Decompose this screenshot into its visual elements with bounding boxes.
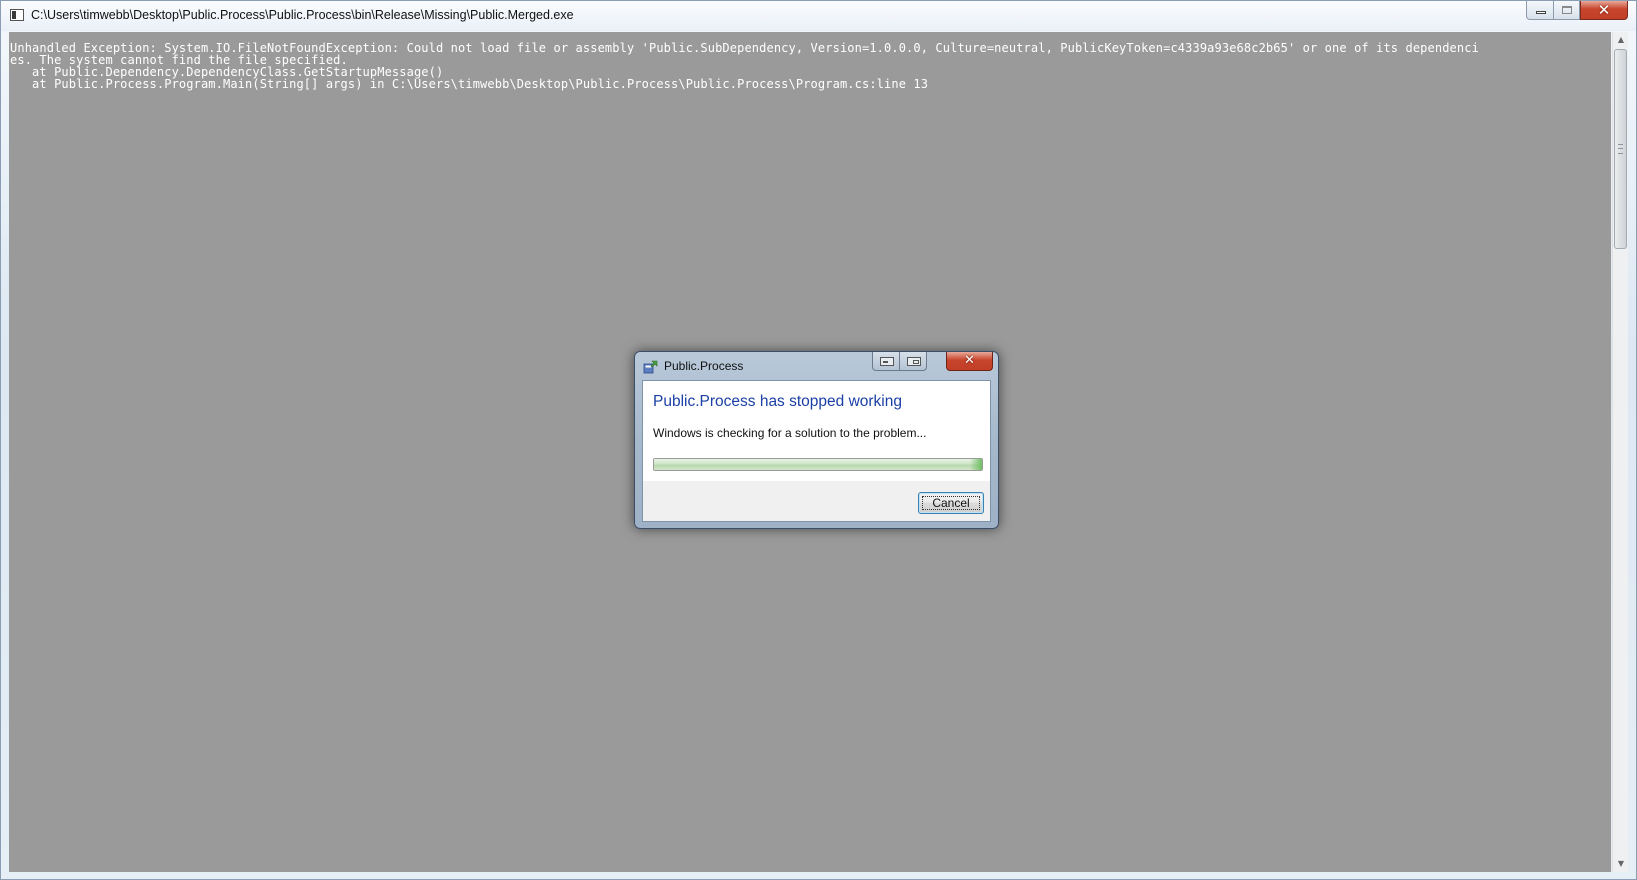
dialog-title: Public.Process	[664, 359, 744, 373]
dialog-content: Public.Process has stopped working Windo…	[643, 381, 990, 481]
scrollbar-grip-icon	[1618, 144, 1623, 154]
dialog-restore-button[interactable]	[872, 352, 900, 371]
console-window-title: C:\Users\timwebb\Desktop\Public.Process\…	[31, 8, 574, 22]
dialog-body: Public.Process has stopped working Windo…	[642, 380, 991, 522]
console-output-text: Unhandled Exception: System.IO.FileNotFo…	[10, 42, 1479, 90]
scroll-down-arrow-icon[interactable]: ▼	[1613, 856, 1629, 872]
vertical-scrollbar[interactable]: ▲ ▼	[1612, 32, 1628, 872]
dialog-heading: Public.Process has stopped working	[653, 393, 902, 410]
minimize-icon	[1536, 11, 1546, 14]
maximize-button[interactable]	[1553, 1, 1580, 20]
progress-fill	[654, 459, 982, 470]
progress-bar	[653, 458, 983, 471]
dialog-maximize-button[interactable]	[899, 352, 927, 371]
close-icon: ✕	[1597, 1, 1611, 19]
close-icon: ✕	[964, 353, 975, 368]
error-dialog: Public.Process ✕ Public.Process has stop…	[634, 351, 999, 529]
maximize-icon	[1562, 6, 1572, 14]
scroll-up-arrow-icon[interactable]: ▲	[1613, 32, 1629, 48]
minimize-button[interactable]	[1526, 1, 1554, 20]
cancel-button[interactable]: Cancel	[918, 492, 984, 514]
close-button[interactable]: ✕	[1580, 1, 1628, 20]
window-maximize-icon	[907, 357, 921, 366]
scrollbar-thumb[interactable]	[1614, 49, 1627, 249]
cancel-button-label: Cancel	[932, 496, 970, 510]
console-line: at Public.Process.Program.Main(String[] …	[10, 77, 929, 91]
window-restore-icon	[880, 357, 894, 366]
console-window-icon[interactable]	[10, 9, 24, 21]
dialog-message: Windows is checking for a solution to th…	[653, 426, 927, 440]
console-titlebar[interactable]: C:\Users\timwebb\Desktop\Public.Process\…	[1, 1, 1636, 31]
windows-error-reporting-icon	[643, 360, 658, 374]
dialog-close-button[interactable]: ✕	[946, 352, 993, 371]
